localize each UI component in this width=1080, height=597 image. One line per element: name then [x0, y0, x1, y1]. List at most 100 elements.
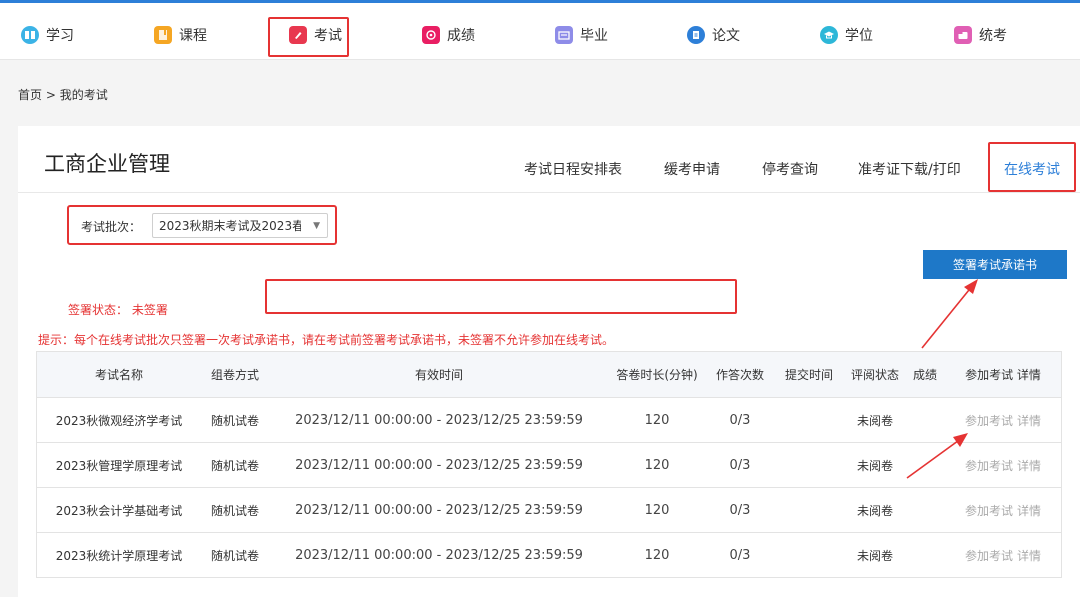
- batch-selected-value: 2023秋期末考试及2023春: [159, 219, 301, 233]
- exam-duration: 120: [644, 457, 670, 473]
- exam-attempts: 0/3: [729, 547, 751, 563]
- breadcrumb-separator: >: [45, 88, 56, 102]
- batch-select[interactable]: 2023秋期末考试及2023春 ▼: [152, 213, 328, 238]
- notice-text: 提示：每个在线考试批次只签署一次考试承诺书，请在考试前签署考试承诺书，未签署不允…: [38, 333, 615, 347]
- tab-exam-schedule[interactable]: 考试日程安排表: [524, 159, 622, 179]
- join-exam-link[interactable]: 参加考试: [965, 502, 1013, 519]
- exam-name: 2023秋管理学原理考试: [55, 458, 183, 473]
- exam-submit-time: [775, 533, 843, 577]
- nav-item-study[interactable]: 学习: [21, 23, 74, 47]
- exam-valid-time: 2023/12/11 00:00:00 - 2023/12/25 23:59:5…: [295, 412, 583, 428]
- breadcrumb-home[interactable]: 首页: [18, 88, 42, 102]
- nav-item-course[interactable]: 课程: [154, 23, 207, 47]
- header-attempts: 作答次数: [715, 368, 764, 382]
- tab-deferral-request[interactable]: 缓考申请: [664, 159, 720, 179]
- nav-label: 学位: [845, 28, 873, 44]
- annotation-highlight-batch: 考试批次： 2023秋期末考试及2023春 ▼: [67, 205, 337, 245]
- exam-attempts: 0/3: [729, 502, 751, 518]
- exam-name: 2023秋会计学基础考试: [55, 503, 183, 518]
- exam-valid-time: 2023/12/11 00:00:00 - 2023/12/25 23:59:5…: [295, 502, 583, 518]
- unified-exam-icon: [954, 26, 972, 44]
- tab-suspension-query[interactable]: 停考查询: [762, 159, 818, 179]
- exam-valid-time: 2023/12/11 00:00:00 - 2023/12/25 23:59:5…: [295, 457, 583, 473]
- detail-link[interactable]: 详情: [1017, 457, 1041, 474]
- header-review-status: 评阅状态: [850, 368, 899, 382]
- top-nav-bar: 学习 课程 考试 成绩 毕业 论文 学位 统考: [0, 0, 1080, 60]
- batch-label: 考试批次：: [81, 220, 142, 234]
- degree-cap-icon: [820, 26, 838, 44]
- header-name: 考试名称: [94, 368, 143, 382]
- exam-review-status: 未阅卷: [856, 458, 893, 473]
- table-row: 2023秋会计学基础考试 随机试卷 2023/12/11 00:00:00 - …: [37, 488, 1061, 533]
- nav-item-graduation[interactable]: 毕业: [555, 23, 608, 47]
- detail-link[interactable]: 详情: [1017, 547, 1041, 564]
- exam-review-status: 未阅卷: [856, 413, 893, 428]
- thesis-icon: [687, 26, 705, 44]
- exam-mode: 随机试卷: [210, 458, 259, 473]
- join-exam-link[interactable]: 参加考试: [965, 547, 1013, 564]
- exam-mode: 随机试卷: [210, 413, 259, 428]
- header-score: 成绩: [912, 368, 937, 382]
- annotation-highlight-exam-row: [265, 279, 737, 314]
- table-row: 2023秋微观经济学考试 随机试卷 2023/12/11 00:00:00 - …: [37, 398, 1061, 443]
- exam-duration: 120: [644, 412, 670, 428]
- header-duration: 答卷时长(分钟): [616, 368, 698, 382]
- table-row: 2023秋统计学原理考试 随机试卷 2023/12/11 00:00:00 - …: [37, 533, 1061, 578]
- table-row: 2023秋管理学原理考试 随机试卷 2023/12/11 00:00:00 - …: [37, 443, 1061, 488]
- course-title: 工商企业管理: [44, 152, 170, 176]
- sign-pledge-button[interactable]: 签署考试承诺书: [923, 250, 1067, 279]
- detail-link[interactable]: 详情: [1017, 502, 1041, 519]
- tab-admission-ticket[interactable]: 准考证下载/打印: [858, 159, 961, 179]
- exam-attempts: 0/3: [729, 412, 751, 428]
- course-icon: [154, 26, 172, 44]
- nav-item-degree[interactable]: 学位: [820, 23, 873, 47]
- exam-name: 2023秋微观经济学考试: [55, 413, 183, 428]
- nav-label: 论文: [712, 28, 740, 44]
- exam-review-status: 未阅卷: [856, 548, 893, 563]
- exam-actions: 参加考试 详情: [943, 398, 1063, 442]
- exam-name: 2023秋统计学原理考试: [55, 548, 183, 563]
- sign-status: 签署状态： 未签署: [68, 303, 168, 317]
- nav-item-score[interactable]: 成绩: [422, 23, 475, 47]
- main-panel: 工商企业管理 考试日程安排表 缓考申请 停考查询 准考证下载/打印 在线考试 考…: [18, 126, 1080, 597]
- exam-valid-time: 2023/12/11 00:00:00 - 2023/12/25 23:59:5…: [295, 547, 583, 563]
- exam-score: [907, 533, 943, 577]
- exam-mode: 随机试卷: [210, 503, 259, 518]
- exam-actions: 参加考试 详情: [943, 488, 1063, 532]
- score-icon: [422, 26, 440, 44]
- divider: [18, 192, 1080, 193]
- nav-label: 课程: [179, 28, 207, 44]
- detail-link[interactable]: 详情: [1017, 412, 1041, 429]
- exam-score: [907, 443, 943, 487]
- exam-review-status: 未阅卷: [856, 503, 893, 518]
- nav-label: 统考: [979, 28, 1007, 44]
- exam-mode: 随机试卷: [210, 548, 259, 563]
- exam-attempts: 0/3: [729, 457, 751, 473]
- chevron-down-icon: ▼: [313, 221, 320, 231]
- header-submit-time: 提交时间: [784, 368, 833, 382]
- exam-submit-time: [775, 398, 843, 442]
- exam-score: [907, 488, 943, 532]
- join-exam-link[interactable]: 参加考试: [965, 412, 1013, 429]
- exam-table: 考试名称 组卷方式 有效时间 答卷时长(分钟) 作答次数 提交时间 评阅状态 成…: [36, 351, 1062, 578]
- breadcrumb: 首页 > 我的考试: [18, 86, 108, 103]
- nav-label: 毕业: [580, 28, 608, 44]
- exam-actions: 参加考试 详情: [943, 533, 1063, 577]
- nav-item-thesis[interactable]: 论文: [687, 23, 740, 47]
- exam-score: [907, 398, 943, 442]
- exam-submit-time: [775, 443, 843, 487]
- nav-item-unified-exam[interactable]: 统考: [954, 23, 1007, 47]
- annotation-highlight-nav-exam: [268, 17, 349, 57]
- annotation-highlight-online-exam-tab: [988, 142, 1076, 192]
- exam-submit-time: [775, 488, 843, 532]
- exam-duration: 120: [644, 502, 670, 518]
- exam-actions: 参加考试 详情: [943, 443, 1063, 487]
- header-mode: 组卷方式: [210, 368, 259, 382]
- exam-duration: 120: [644, 547, 670, 563]
- join-exam-link[interactable]: 参加考试: [965, 457, 1013, 474]
- breadcrumb-current: 我的考试: [59, 88, 108, 102]
- study-icon: [21, 26, 39, 44]
- nav-label: 成绩: [447, 28, 475, 44]
- graduation-icon: [555, 26, 573, 44]
- header-time: 有效时间: [414, 368, 463, 382]
